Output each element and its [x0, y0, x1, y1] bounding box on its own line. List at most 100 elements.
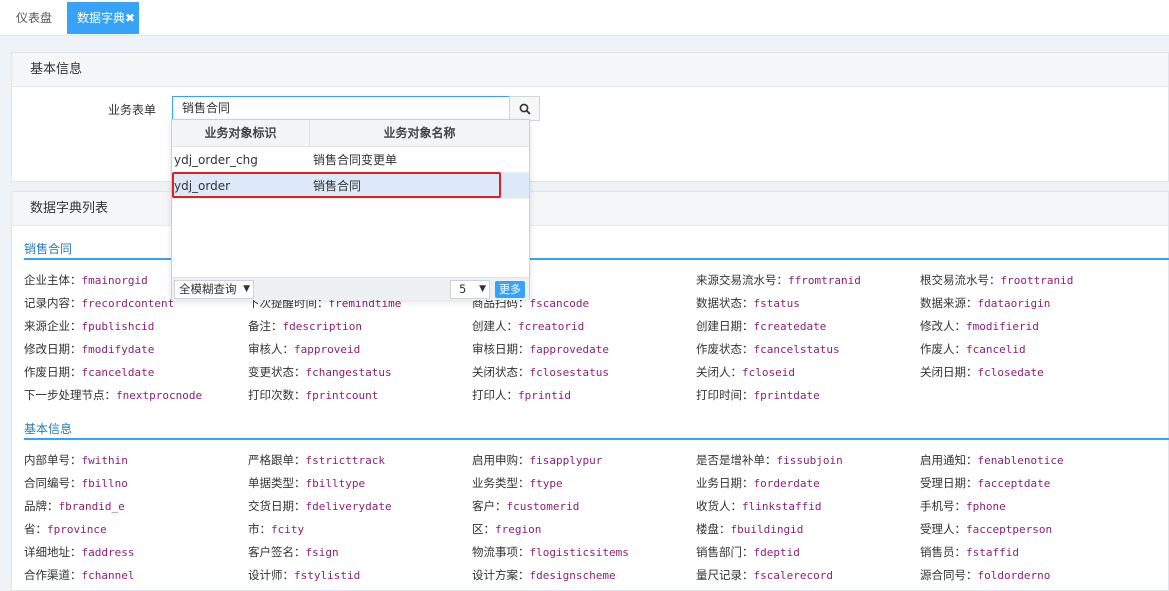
- field-label: 根交易流水号：: [920, 273, 1001, 287]
- field-label: 收货人：: [696, 499, 742, 513]
- field-label: 严格跟单：: [248, 453, 306, 467]
- search-button[interactable]: [509, 96, 540, 121]
- field-code: fbilltype: [305, 477, 366, 490]
- field-item: 记录内容：frecordcontent: [24, 295, 174, 311]
- field-code: fprintid: [518, 389, 571, 402]
- field-label: 受理日期：: [920, 476, 978, 490]
- field-code: fchangestatus: [305, 366, 392, 379]
- more-button[interactable]: 更多: [495, 281, 525, 298]
- field-label: 手机号：: [920, 499, 966, 513]
- field-label: 交货日期：: [248, 499, 306, 513]
- match-mode-select[interactable]: 全模糊查询 ▼: [174, 280, 254, 299]
- field-item: 启用申购：fisapplypur: [472, 452, 602, 468]
- field-label: 作废日期：: [24, 365, 82, 379]
- field-code: fcustomerid: [506, 500, 580, 513]
- row-name: 销售合同变更单: [313, 153, 398, 167]
- field-item: 作废日期：fcanceldate: [24, 364, 154, 380]
- field-code: fprintdate: [753, 389, 820, 402]
- field-label: 是否是增补单：: [696, 453, 777, 467]
- tab-data-dictionary[interactable]: 数据字典 ✖: [67, 2, 139, 34]
- field-code: fcancelid: [966, 343, 1026, 356]
- page-size-value: 5: [459, 282, 467, 296]
- field-item: 物流事项：flogisticsitems: [472, 544, 629, 560]
- field-code: fdataorigin: [977, 297, 1051, 310]
- lookup-dropdown: 业务对象标识 业务对象名称 ydj_order_chg 销售合同变更单 ydj_…: [171, 119, 530, 300]
- field-code: fnextprocnode: [116, 389, 203, 402]
- field-item: 业务日期：forderdate: [696, 475, 820, 491]
- field-code: fcancelstatus: [753, 343, 840, 356]
- field-item: 审核人：fapproveid: [248, 341, 360, 357]
- field-label: 创建日期：: [696, 319, 754, 333]
- field-item: 是否是增补单：fissubjoin: [696, 452, 843, 468]
- field-item: 合作渠道：fchannel: [24, 567, 134, 583]
- field-item: 单据类型：fbilltype: [248, 475, 365, 491]
- field-label: 打印次数：: [248, 388, 306, 402]
- field-label: 数据来源：: [920, 296, 978, 310]
- field-code: fphone: [966, 500, 1006, 513]
- field-label: 客户：: [472, 499, 507, 513]
- field-code: fmodifydate: [81, 343, 155, 356]
- field-item: 业务类型：ftype: [472, 475, 563, 491]
- business-form-input[interactable]: 销售合同: [172, 96, 510, 121]
- field-item: 来源企业：fpublishcid: [24, 318, 154, 334]
- field-code: fcity: [271, 523, 305, 536]
- field-code: fbrandid_e: [58, 500, 125, 513]
- field-code: fstaffid: [966, 546, 1019, 559]
- field-code: fcreatedate: [753, 320, 827, 333]
- field-item: 关闭日期：fclosedate: [920, 364, 1044, 380]
- field-label: 备注：: [248, 319, 283, 333]
- field-item: 下一步处理节点：fnextprocnode: [24, 387, 202, 403]
- field-code: fcreatorid: [518, 320, 585, 333]
- field-item: 销售员：fstaffid: [920, 544, 1019, 560]
- chevron-down-icon: ▼: [479, 284, 486, 294]
- field-item: 受理人：facceptperson: [920, 521, 1052, 537]
- field-item: 受理日期：facceptdate: [920, 475, 1050, 491]
- field-item: 楼盘：fbuildingid: [696, 521, 803, 537]
- page-size-select[interactable]: 5 ▼: [450, 280, 490, 299]
- field-item: 备注：fdescription: [248, 318, 362, 334]
- field-item: 修改日期：fmodifydate: [24, 341, 154, 357]
- field-code: ffromtranid: [788, 274, 861, 287]
- field-code: fprovince: [47, 523, 107, 536]
- field-code: fclosestatus: [529, 366, 609, 379]
- field-code: fpublishcid: [81, 320, 155, 333]
- column-header-name: 业务对象名称: [383, 126, 456, 140]
- field-label: 企业主体：: [24, 273, 82, 287]
- field-item: 作废人：fcancelid: [920, 341, 1026, 357]
- field-label: 来源交易流水号：: [696, 273, 788, 287]
- field-item: 数据状态：fstatus: [696, 295, 800, 311]
- tab-dashboard[interactable]: 仪表盘: [4, 2, 64, 34]
- field-code: fbuildingid: [730, 523, 804, 536]
- field-code: fcanceldate: [81, 366, 155, 379]
- field-code: faddress: [81, 546, 135, 559]
- group-divider: [24, 438, 1169, 440]
- field-code: fenablenotice: [977, 454, 1064, 467]
- field-label: 作废状态：: [696, 342, 754, 356]
- field-label: 打印人：: [472, 388, 518, 402]
- field-code: fapprovedate: [529, 343, 609, 356]
- field-label: 源合同号：: [920, 568, 978, 582]
- field-item: 修改人：fmodifierid: [920, 318, 1039, 334]
- field-item: 关闭状态：fclosestatus: [472, 364, 609, 380]
- dropdown-row[interactable]: ydj_order_chg 销售合同变更单: [172, 147, 529, 173]
- field-code: frecordcontent: [81, 297, 175, 310]
- field-label: 受理人：: [920, 522, 966, 536]
- field-label: 省：: [24, 522, 47, 536]
- field-code: flinkstaffid: [742, 500, 822, 513]
- field-code: foldorderno: [977, 569, 1051, 582]
- field-code: fissubjoin: [776, 454, 843, 467]
- field-item: 打印人：fprintid: [472, 387, 571, 403]
- field-code: fsign: [305, 546, 339, 559]
- field-code: fprintcount: [305, 389, 379, 402]
- field-label: 数据状态：: [696, 296, 754, 310]
- field-code: fstylistid: [294, 569, 361, 582]
- field-code: fscalerecord: [753, 569, 833, 582]
- field-code: facceptperson: [966, 523, 1053, 536]
- field-item: 省：fprovince: [24, 521, 107, 537]
- field-item: 详细地址：faddress: [24, 544, 134, 560]
- close-icon[interactable]: ✖: [125, 2, 135, 34]
- field-code: facceptdate: [977, 477, 1051, 490]
- selection-highlight: [172, 172, 501, 198]
- field-label: 来源企业：: [24, 319, 82, 333]
- field-item: 审核日期：fapprovedate: [472, 341, 609, 357]
